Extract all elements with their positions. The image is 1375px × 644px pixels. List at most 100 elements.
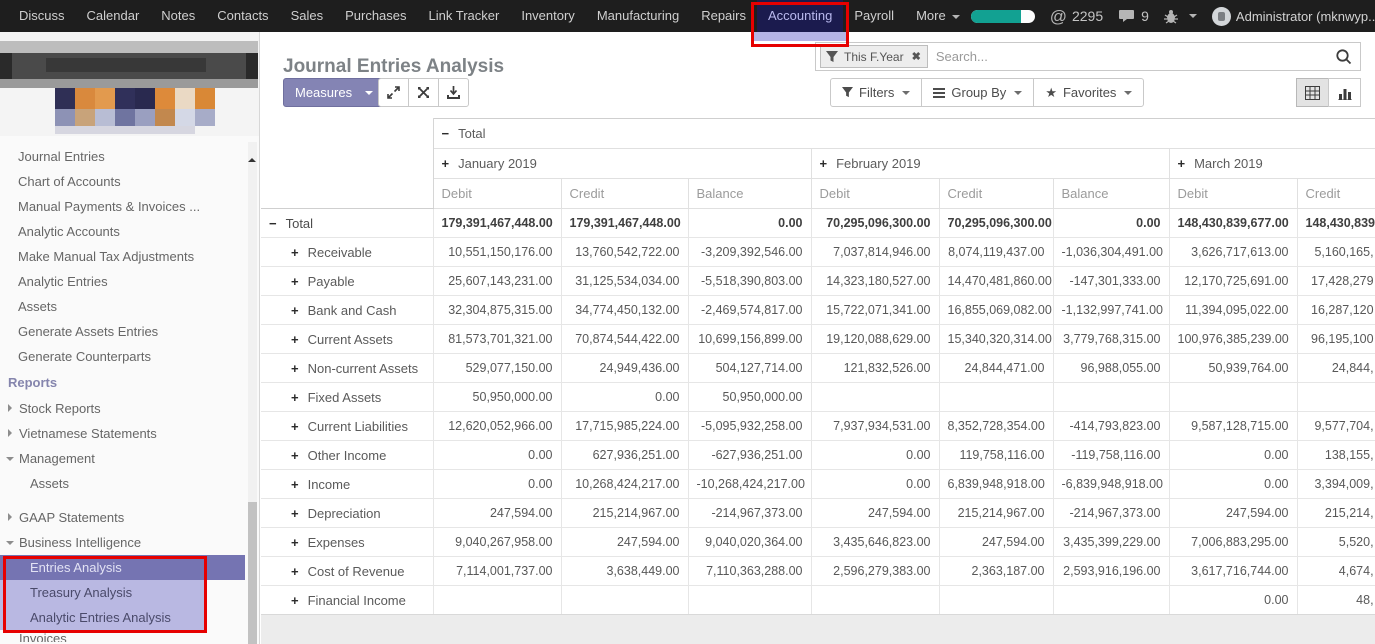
scrollbar-thumb[interactable] (248, 502, 257, 644)
download-button[interactable] (438, 78, 469, 107)
nav-app-more[interactable]: More (905, 0, 971, 32)
measure-header-credit: Credit (1297, 179, 1375, 209)
sidebar-group-business-intelligence[interactable]: Business Intelligence (0, 530, 259, 555)
nav-app-discuss[interactable]: Discuss (8, 0, 76, 32)
sidebar-item-journal-entries[interactable]: Journal Entries (0, 144, 259, 169)
pivot-row-financial-income: +Financial Income0.0048, (261, 586, 1375, 615)
nav-app-repairs[interactable]: Repairs (690, 0, 757, 32)
sidebar-item-manual-payments-invoices[interactable]: Manual Payments & Invoices ... (0, 194, 259, 219)
sidebar-group-gaap-statements[interactable]: GAAP Statements (0, 505, 259, 530)
sidebar-item-chart-of-accounts[interactable]: Chart of Accounts (0, 169, 259, 194)
sidebar-item-make-manual-tax-adjustments[interactable]: Make Manual Tax Adjustments (0, 244, 259, 269)
search-facet[interactable]: This F.Year ✖ (820, 45, 928, 68)
pivot-table: −Total +January 2019+February 2019+March… (261, 118, 1375, 614)
sidebar-item-treasury-analysis[interactable]: Treasury Analysis (0, 580, 207, 605)
nav-app-manufacturing[interactable]: Manufacturing (586, 0, 690, 32)
column-total-header[interactable]: −Total (433, 119, 1375, 149)
messages-indicator[interactable]: 9 (1118, 8, 1149, 24)
progress-fill (971, 10, 1021, 23)
pivot-cell: -5,518,390,803.00 (688, 267, 811, 296)
row-header-receivable[interactable]: +Receivable (261, 238, 433, 267)
groupby-icon (933, 86, 945, 100)
sidebar-item-analytic-entries[interactable]: Analytic Entries (0, 269, 259, 294)
sidebar-item-generate-assets-entries[interactable]: Generate Assets Entries (0, 319, 259, 344)
nav-app-link-tracker[interactable]: Link Tracker (418, 0, 511, 32)
row-header-current-assets[interactable]: +Current Assets (261, 325, 433, 354)
user-menu[interactable]: Administrator (mknwyp... (1212, 7, 1375, 26)
sidebar-item-assets[interactable]: Assets (0, 471, 259, 496)
progress-pill (971, 10, 1035, 23)
pivot-cell: 9,040,020,364.00 (688, 528, 811, 557)
pivot-cell: 12,170,725,691.00 (1169, 267, 1297, 296)
pivot-row-non-current-assets: +Non-current Assets529,077,150.0024,949,… (261, 354, 1375, 383)
expand-icon (387, 86, 400, 99)
nav-app-contacts[interactable]: Contacts (206, 0, 279, 32)
pivot-cell: -10,268,424,217.00 (688, 470, 811, 499)
sidebar-item-analytic-accounts[interactable]: Analytic Accounts (0, 219, 259, 244)
row-header-payable[interactable]: +Payable (261, 267, 433, 296)
sidebar-item-assets[interactable]: Assets (0, 294, 259, 319)
sidebar-item-entries-analysis[interactable]: Entries Analysis (0, 555, 245, 580)
pivot-cell: 4,674, (1297, 557, 1375, 586)
sidebar-group-vietnamese-statements[interactable]: Vietnamese Statements (0, 421, 259, 446)
pivot-cell: 148,430,839, (1297, 209, 1375, 238)
sidebar-group-management[interactable]: Management (0, 446, 259, 471)
facet-remove-icon[interactable]: ✖ (906, 50, 927, 63)
month-header-february-2019[interactable]: +February 2019 (811, 149, 1169, 179)
nav-app-calendar[interactable]: Calendar (76, 0, 151, 32)
pivot-cell: 10,268,424,217.00 (561, 470, 688, 499)
search-icon[interactable] (1335, 48, 1352, 65)
month-header-january-2019[interactable]: +January 2019 (433, 149, 811, 179)
row-header-non-current-assets[interactable]: +Non-current Assets (261, 354, 433, 383)
sidebar-group-invoices[interactable]: Invoices (0, 632, 259, 642)
mentions-indicator[interactable]: @ 2295 (1050, 8, 1103, 25)
pivot-view-button[interactable] (1296, 78, 1329, 107)
nav-app-purchases[interactable]: Purchases (334, 0, 417, 32)
row-header-depreciation[interactable]: +Depreciation (261, 499, 433, 528)
row-header-fixed-assets[interactable]: +Fixed Assets (261, 383, 433, 412)
row-header-other-income[interactable]: +Other Income (261, 441, 433, 470)
sidebar-item-generate-counterparts[interactable]: Generate Counterparts (0, 344, 259, 369)
filters-button[interactable]: Filters (830, 78, 922, 107)
nav-app-accounting[interactable]: Accounting (757, 0, 843, 32)
scrollbar-up-arrow[interactable] (248, 154, 256, 162)
sidebar-group-stock-reports[interactable]: Stock Reports (0, 396, 259, 421)
pivot-cell: -414,793,823.00 (1053, 412, 1169, 441)
pivot-cell (939, 383, 1053, 412)
main-content: Journal Entries Analysis This F.Year ✖ M… (261, 32, 1375, 644)
measures-button[interactable]: Measures (283, 78, 385, 107)
nav-app-notes[interactable]: Notes (150, 0, 206, 32)
row-header-cost-of-revenue[interactable]: +Cost of Revenue (261, 557, 433, 586)
pivot-row-bank-and-cash: +Bank and Cash32,304,875,315.0034,774,45… (261, 296, 1375, 325)
row-header-bank-and-cash[interactable]: +Bank and Cash (261, 296, 433, 325)
pivot-cell: 17,428,279 (1297, 267, 1375, 296)
graph-view-button[interactable] (1328, 78, 1361, 107)
measures-label: Measures (295, 85, 352, 100)
mention-count: 2295 (1072, 8, 1103, 24)
pivot-cell: 15,722,071,341.00 (811, 296, 939, 325)
pivot-table-area: −Total +January 2019+February 2019+March… (261, 118, 1375, 614)
sidebar-item-analytic-entries-analysis[interactable]: Analytic Entries Analysis (0, 605, 207, 630)
pivot-grid-icon (1305, 86, 1320, 100)
expand-all-button[interactable] (378, 78, 409, 107)
debug-menu[interactable] (1164, 9, 1197, 24)
row-header-total[interactable]: −Total (261, 209, 433, 238)
sidebar-group-label: Vietnamese Statements (19, 426, 157, 441)
favorites-button[interactable]: ★ Favorites (1033, 78, 1144, 107)
row-header-income[interactable]: +Income (261, 470, 433, 499)
flip-axis-button[interactable] (408, 78, 439, 107)
nav-app-inventory[interactable]: Inventory (510, 0, 585, 32)
row-header-current-liabilities[interactable]: +Current Liabilities (261, 412, 433, 441)
pivot-cell: 0.00 (1169, 586, 1297, 615)
pivot-cell: 2,596,279,383.00 (811, 557, 939, 586)
pivot-cell: -627,936,251.00 (688, 441, 811, 470)
search-input[interactable] (928, 49, 1335, 64)
month-header-march-2019[interactable]: +March 2019 (1169, 149, 1375, 179)
row-header-expenses[interactable]: +Expenses (261, 528, 433, 557)
row-header-financial-income[interactable]: +Financial Income (261, 586, 433, 615)
nav-app-sales[interactable]: Sales (280, 0, 335, 32)
pivot-cell: 12,620,052,966.00 (433, 412, 561, 441)
groupby-button[interactable]: Group By (921, 78, 1034, 107)
pivot-cell: -147,301,333.00 (1053, 267, 1169, 296)
nav-app-payroll[interactable]: Payroll (843, 0, 905, 32)
